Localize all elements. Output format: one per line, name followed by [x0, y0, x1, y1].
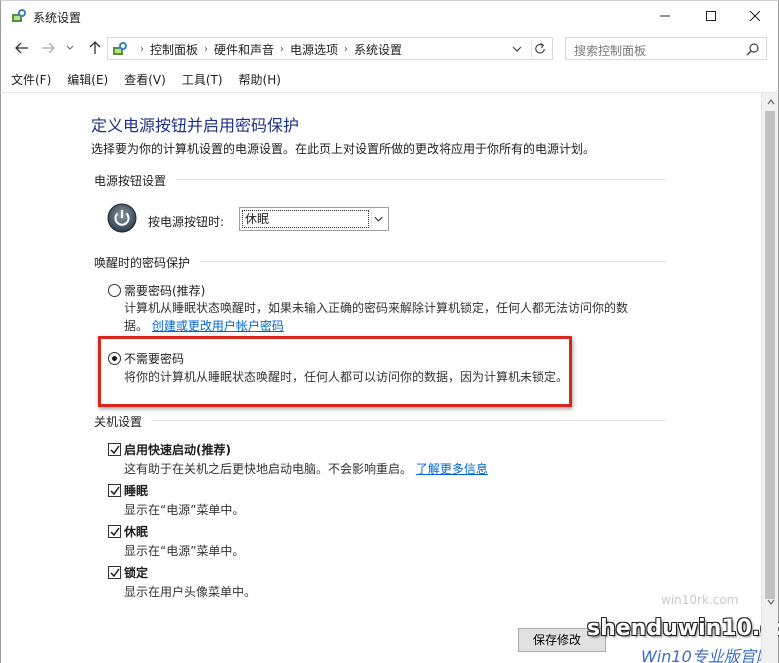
minimize-button[interactable] [642, 1, 688, 31]
chevron-down-icon[interactable] [510, 42, 524, 56]
chevron-right-icon: › [140, 44, 144, 55]
recent-locations-button[interactable] [64, 39, 76, 57]
option-no-password-desc: 将你的计算机从睡眠状态唤醒时，任何人都可以访问你的数据，因为计算机未锁定。 [124, 370, 569, 384]
scroll-up-button[interactable] [762, 93, 779, 110]
up-button[interactable] [86, 39, 104, 57]
arrow-left-icon [15, 42, 28, 54]
section-power-button: 电源按钮设置 [94, 174, 167, 188]
breadcrumb-item[interactable]: 控制面板 [150, 41, 198, 58]
radio-no-password[interactable] [108, 352, 121, 365]
breadcrumb-item[interactable]: 系统设置 [354, 41, 402, 58]
lock-label: 锁定 [124, 566, 149, 580]
power-icon [107, 203, 137, 233]
checkbox-sleep[interactable] [108, 484, 121, 497]
close-icon [750, 11, 760, 21]
scroll-thumb[interactable] [765, 111, 775, 599]
option-require-password-label: 需要密码(推荐) [124, 284, 206, 298]
window-title: 系统设置 [33, 11, 82, 25]
chevron-right-icon: › [280, 44, 285, 55]
chevron-down-icon [767, 599, 774, 605]
divider [176, 179, 666, 180]
breadcrumb-item[interactable]: 电源选项 [290, 41, 338, 58]
close-button[interactable] [732, 1, 778, 31]
chevron-down-icon [66, 45, 74, 50]
chevron-right-icon: › [204, 44, 209, 55]
back-button[interactable] [13, 39, 31, 57]
desc-text: 这有助于在关机之后更快地启动电脑。不会影响重启。 [124, 462, 413, 476]
desc-line: 据。 创建或更改用户帐户密码 [124, 317, 644, 335]
checkmark-icon [110, 568, 120, 578]
menu-view[interactable]: 查看(V) [124, 71, 166, 88]
title-bar: 系统设置 [0, 0, 779, 31]
menu-file[interactable]: 文件(F) [11, 71, 51, 88]
watermark: shenduwin10.com [587, 616, 779, 641]
fast-startup-label: 启用快速启动(推荐) [124, 443, 231, 457]
scroll-down-button[interactable] [762, 593, 779, 610]
forward-button[interactable] [39, 39, 57, 57]
arrow-right-icon [42, 42, 55, 54]
maximize-icon [706, 11, 716, 21]
breadcrumb-item[interactable]: 硬件和声音 [214, 41, 274, 58]
sleep-label: 睡眠 [124, 484, 149, 498]
checkbox-hibernate[interactable] [108, 525, 121, 538]
control-panel-icon [12, 9, 26, 22]
divider [151, 420, 666, 421]
navigation-bar: › 控制面板 › 硬件和声音 › 电源选项 › 系统设置 搜索控制面板 [0, 31, 779, 66]
divider [200, 261, 666, 262]
arrow-up-icon [89, 41, 101, 54]
checkmark-icon [110, 486, 120, 496]
menu-edit[interactable]: 编辑(E) [67, 71, 108, 88]
minimize-icon [660, 15, 670, 17]
breadcrumb: › 控制面板 › 硬件和声音 › 电源选项 › 系统设置 [134, 41, 402, 58]
refresh-icon[interactable] [531, 40, 549, 58]
learn-more-link[interactable]: 了解更多信息 [416, 462, 488, 476]
menu-tools[interactable]: 工具(T) [182, 71, 223, 88]
search-icon[interactable] [746, 42, 760, 56]
page-title: 定义电源按钮并启用密码保护 [91, 116, 300, 135]
menu-bar: 文件(F) 编辑(E) 查看(V) 工具(T) 帮助(H) [0, 66, 779, 92]
checkmark-icon [110, 527, 120, 537]
watermark-sub: Win10专业版官网 [641, 647, 772, 663]
desc-line: 计算机从睡眠状态唤醒时，如果未输入正确的密码来解除计算机锁定，任何人都无法访问你… [124, 301, 629, 315]
power-button-action-select[interactable]: 休眠 [239, 207, 389, 231]
search-input[interactable]: 搜索控制面板 [565, 37, 767, 60]
chevron-right-icon: › [344, 44, 349, 55]
maximize-button[interactable] [688, 1, 734, 31]
checkmark-icon [110, 445, 120, 455]
chevron-down-icon [371, 212, 383, 226]
vertical-scrollbar[interactable] [761, 93, 778, 663]
search-placeholder: 搜索控制面板 [574, 44, 647, 58]
lock-desc: 显示在用户头像菜单中。 [124, 585, 257, 599]
create-password-link[interactable]: 创建或更改用户帐户密码 [152, 319, 284, 333]
menu-help[interactable]: 帮助(H) [239, 71, 281, 88]
desc-text: 据。 [124, 319, 149, 333]
hibernate-label: 休眠 [124, 525, 149, 539]
chevron-up-icon [767, 98, 774, 104]
page-description: 选择要为你的计算机设置的电源设置。在此页上对设置所做的更改将应用于你所有的电源计… [91, 142, 596, 156]
content-pane: 定义电源按钮并启用密码保护 选择要为你的计算机设置的电源设置。在此页上对设置所做… [0, 92, 779, 663]
watermark-faint: win10rk.com [661, 593, 739, 607]
select-value: 休眠 [242, 210, 369, 228]
section-shutdown: 关机设置 [94, 415, 143, 429]
checkbox-fast-startup[interactable] [108, 443, 121, 456]
address-field[interactable]: › 控制面板 › 硬件和声音 › 电源选项 › 系统设置 [107, 37, 553, 60]
fast-startup-desc: 这有助于在关机之后更快地启动电脑。不会影响重启。 了解更多信息 [124, 460, 488, 477]
checkbox-lock[interactable] [108, 566, 121, 579]
control-panel-icon [113, 42, 127, 55]
radio-require-password[interactable] [108, 284, 121, 297]
power-button-label: 按电源按钮时: [148, 215, 225, 229]
option-require-password-desc: 计算机从睡眠状态唤醒时，如果未输入正确的密码来解除计算机锁定，任何人都无法访问你… [124, 299, 644, 335]
hibernate-desc: 显示在“电源”菜单中。 [124, 544, 245, 558]
sleep-desc: 显示在“电源”菜单中。 [124, 503, 245, 517]
option-no-password-label: 不需要密码 [124, 352, 185, 366]
section-password-protection: 唤醒时的密码保护 [94, 256, 191, 270]
